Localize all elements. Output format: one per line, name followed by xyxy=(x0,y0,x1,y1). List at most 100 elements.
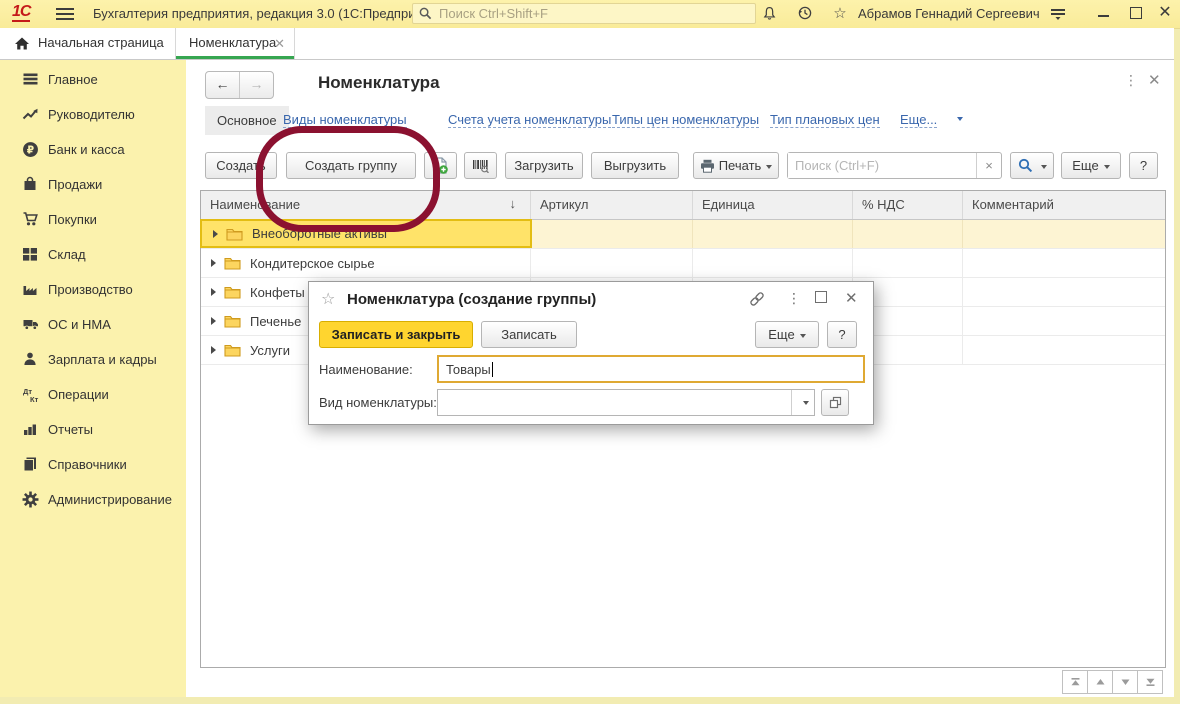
sidebar-item-administrirovanie[interactable]: Администрирование xyxy=(0,489,186,519)
cell-nds[interactable] xyxy=(853,249,963,277)
tab-nomenklatura[interactable]: Номенклатура ✕ xyxy=(176,28,295,59)
table-row-vneoborotnye-aktivy[interactable]: Внеоборотные активы xyxy=(201,220,1165,249)
list-search-input[interactable] xyxy=(788,153,976,178)
link-tipy-cen[interactable]: Типы цен номенклатуры xyxy=(612,112,759,128)
expand-triangle-icon[interactable] xyxy=(211,346,216,354)
tab-close-icon[interactable]: ✕ xyxy=(274,36,285,52)
user-menu[interactable]: Абрамов Геннадий Сергеевич xyxy=(858,6,1040,21)
dialog-close-icon[interactable]: ✕ xyxy=(845,289,858,307)
save-and-close-button[interactable]: Записать и закрыть xyxy=(319,321,473,348)
kind-dropdown-button[interactable] xyxy=(791,390,814,415)
form-close-icon[interactable]: ✕ xyxy=(1148,71,1161,89)
expand-triangle-icon[interactable] xyxy=(211,288,216,296)
history-icon[interactable] xyxy=(797,5,815,23)
cell-edinica[interactable] xyxy=(693,249,853,277)
column-header-nds[interactable]: % НДС xyxy=(853,191,963,219)
favorites-star-icon[interactable]: ☆ xyxy=(831,5,849,23)
sidebar-item-operacii[interactable]: ДтКт Операции xyxy=(0,384,186,414)
folder-icon xyxy=(224,343,241,357)
dialog-help-button[interactable]: ? xyxy=(827,321,857,348)
help-button[interactable]: ? xyxy=(1129,152,1158,179)
close-icon[interactable]: ✕ xyxy=(1154,4,1176,22)
kind-combobox-value xyxy=(438,390,791,415)
column-header-naimenovanie[interactable]: Наименование↓ xyxy=(201,191,531,219)
link-tip-planovyh-cen[interactable]: Тип плановых цен xyxy=(770,112,880,128)
expand-triangle-icon[interactable] xyxy=(213,230,218,238)
search-settings-button[interactable] xyxy=(1010,152,1054,179)
link-vidy-nomenklatury[interactable]: Виды номенклатуры xyxy=(283,112,407,128)
service-menu-icon[interactable] xyxy=(1050,6,1068,24)
unload-label: Выгрузить xyxy=(604,153,666,178)
app-title: Бухгалтерия предприятия, редакция 3.0 (1… xyxy=(93,6,447,21)
sidebar-item-os-i-nma[interactable]: ОС и НМА xyxy=(0,314,186,344)
scroll-last-button[interactable] xyxy=(1138,670,1163,694)
save-button[interactable]: Записать xyxy=(481,321,577,348)
kind-combobox[interactable] xyxy=(437,389,815,416)
get-link-icon[interactable] xyxy=(749,292,765,306)
scroll-first-button[interactable] xyxy=(1062,670,1088,694)
cart-icon xyxy=(22,211,40,229)
kind-dropdown-caret-icon xyxy=(803,401,809,405)
back-button[interactable]: ← xyxy=(206,72,240,98)
sidebar-item-prodazhi[interactable]: Продажи xyxy=(0,174,186,204)
load-button[interactable]: Загрузить xyxy=(505,152,583,179)
sidebar-item-otchety[interactable]: Отчеты xyxy=(0,419,186,449)
copy-element-button[interactable] xyxy=(424,152,457,179)
sidebar-item-rukovoditelyu[interactable]: Руководителю xyxy=(0,104,186,134)
barcode-scan-button[interactable] xyxy=(464,152,497,179)
cell-kommentarij[interactable] xyxy=(963,278,1165,306)
sidebar-item-glavnoe[interactable]: Главное xyxy=(0,69,186,99)
selected-cell[interactable]: Внеоборотные активы xyxy=(200,219,532,248)
cell-artikul[interactable] xyxy=(531,220,693,248)
scroll-down-button[interactable] xyxy=(1113,670,1138,694)
sidebar-item-spravochniki[interactable]: Справочники xyxy=(0,454,186,484)
cell-artikul[interactable] xyxy=(531,249,693,277)
print-button[interactable]: Печать xyxy=(693,152,779,179)
name-input[interactable]: Товары xyxy=(437,355,865,383)
sidebar-item-label: Главное xyxy=(48,72,98,87)
scroll-up-button[interactable] xyxy=(1088,670,1113,694)
sidebar-item-zarplata-i-kadry[interactable]: Зарплата и кадры xyxy=(0,349,186,379)
cell-kommentarij[interactable] xyxy=(963,307,1165,335)
sidebar-item-pokupki[interactable]: Покупки xyxy=(0,209,186,239)
cell-kommentarij[interactable] xyxy=(963,336,1165,364)
column-header-edinica[interactable]: Единица xyxy=(693,191,853,219)
tab-osnovnoe[interactable]: Основное xyxy=(205,106,289,135)
sidebar-item-sklad[interactable]: Склад xyxy=(0,244,186,274)
global-search[interactable] xyxy=(412,3,756,24)
table-row-konditerskoe-syrie[interactable]: Кондитерское сырье xyxy=(201,249,1165,278)
cell-edinica[interactable] xyxy=(693,220,853,248)
sidebar-item-proizvodstvo[interactable]: Производство xyxy=(0,279,186,309)
form-menu-dots-icon[interactable]: ⋮ xyxy=(1124,72,1138,89)
global-search-input[interactable] xyxy=(437,5,749,22)
unload-button[interactable]: Выгрузить xyxy=(591,152,679,179)
create-button[interactable]: Создать xyxy=(205,152,277,179)
forward-button[interactable]: → xyxy=(240,72,273,98)
expand-triangle-icon[interactable] xyxy=(211,317,216,325)
dialog-maximize-icon[interactable] xyxy=(815,291,827,306)
maximize-icon[interactable] xyxy=(1125,4,1147,22)
link-more[interactable]: Еще... xyxy=(900,112,937,128)
kind-field-label: Вид номенклатуры: xyxy=(319,395,437,410)
minimize-icon[interactable] xyxy=(1092,4,1114,22)
column-header-kommentarij[interactable]: Комментарий xyxy=(963,191,1165,219)
kind-choose-button[interactable] xyxy=(821,389,849,416)
dialog-more-button[interactable]: Еще xyxy=(755,321,819,348)
cell-nds[interactable] xyxy=(853,220,963,248)
link-scheta-ucheta[interactable]: Счета учета номенклатуры xyxy=(448,112,611,128)
cell-kommentarij[interactable] xyxy=(963,220,1165,248)
search-clear-icon[interactable]: × xyxy=(976,153,1001,178)
dialog-menu-dots-icon[interactable]: ⋮ xyxy=(787,290,801,307)
notifications-bell-icon[interactable] xyxy=(762,5,780,23)
dialog-favorites-star-icon[interactable]: ☆ xyxy=(321,289,335,309)
row-name: Конфеты xyxy=(250,285,305,300)
ruble-icon: ₽ xyxy=(22,141,40,159)
expand-triangle-icon[interactable] xyxy=(211,259,216,267)
create-group-button[interactable]: Создать группу xyxy=(286,152,416,179)
column-header-artikul[interactable]: Артикул xyxy=(531,191,693,219)
main-menu-icon[interactable] xyxy=(56,8,74,20)
more-button[interactable]: Еще xyxy=(1061,152,1121,179)
tab-home[interactable]: Начальная страница xyxy=(0,28,176,59)
cell-kommentarij[interactable] xyxy=(963,249,1165,277)
sidebar-item-bank-i-kassa[interactable]: ₽ Банк и касса xyxy=(0,139,186,169)
